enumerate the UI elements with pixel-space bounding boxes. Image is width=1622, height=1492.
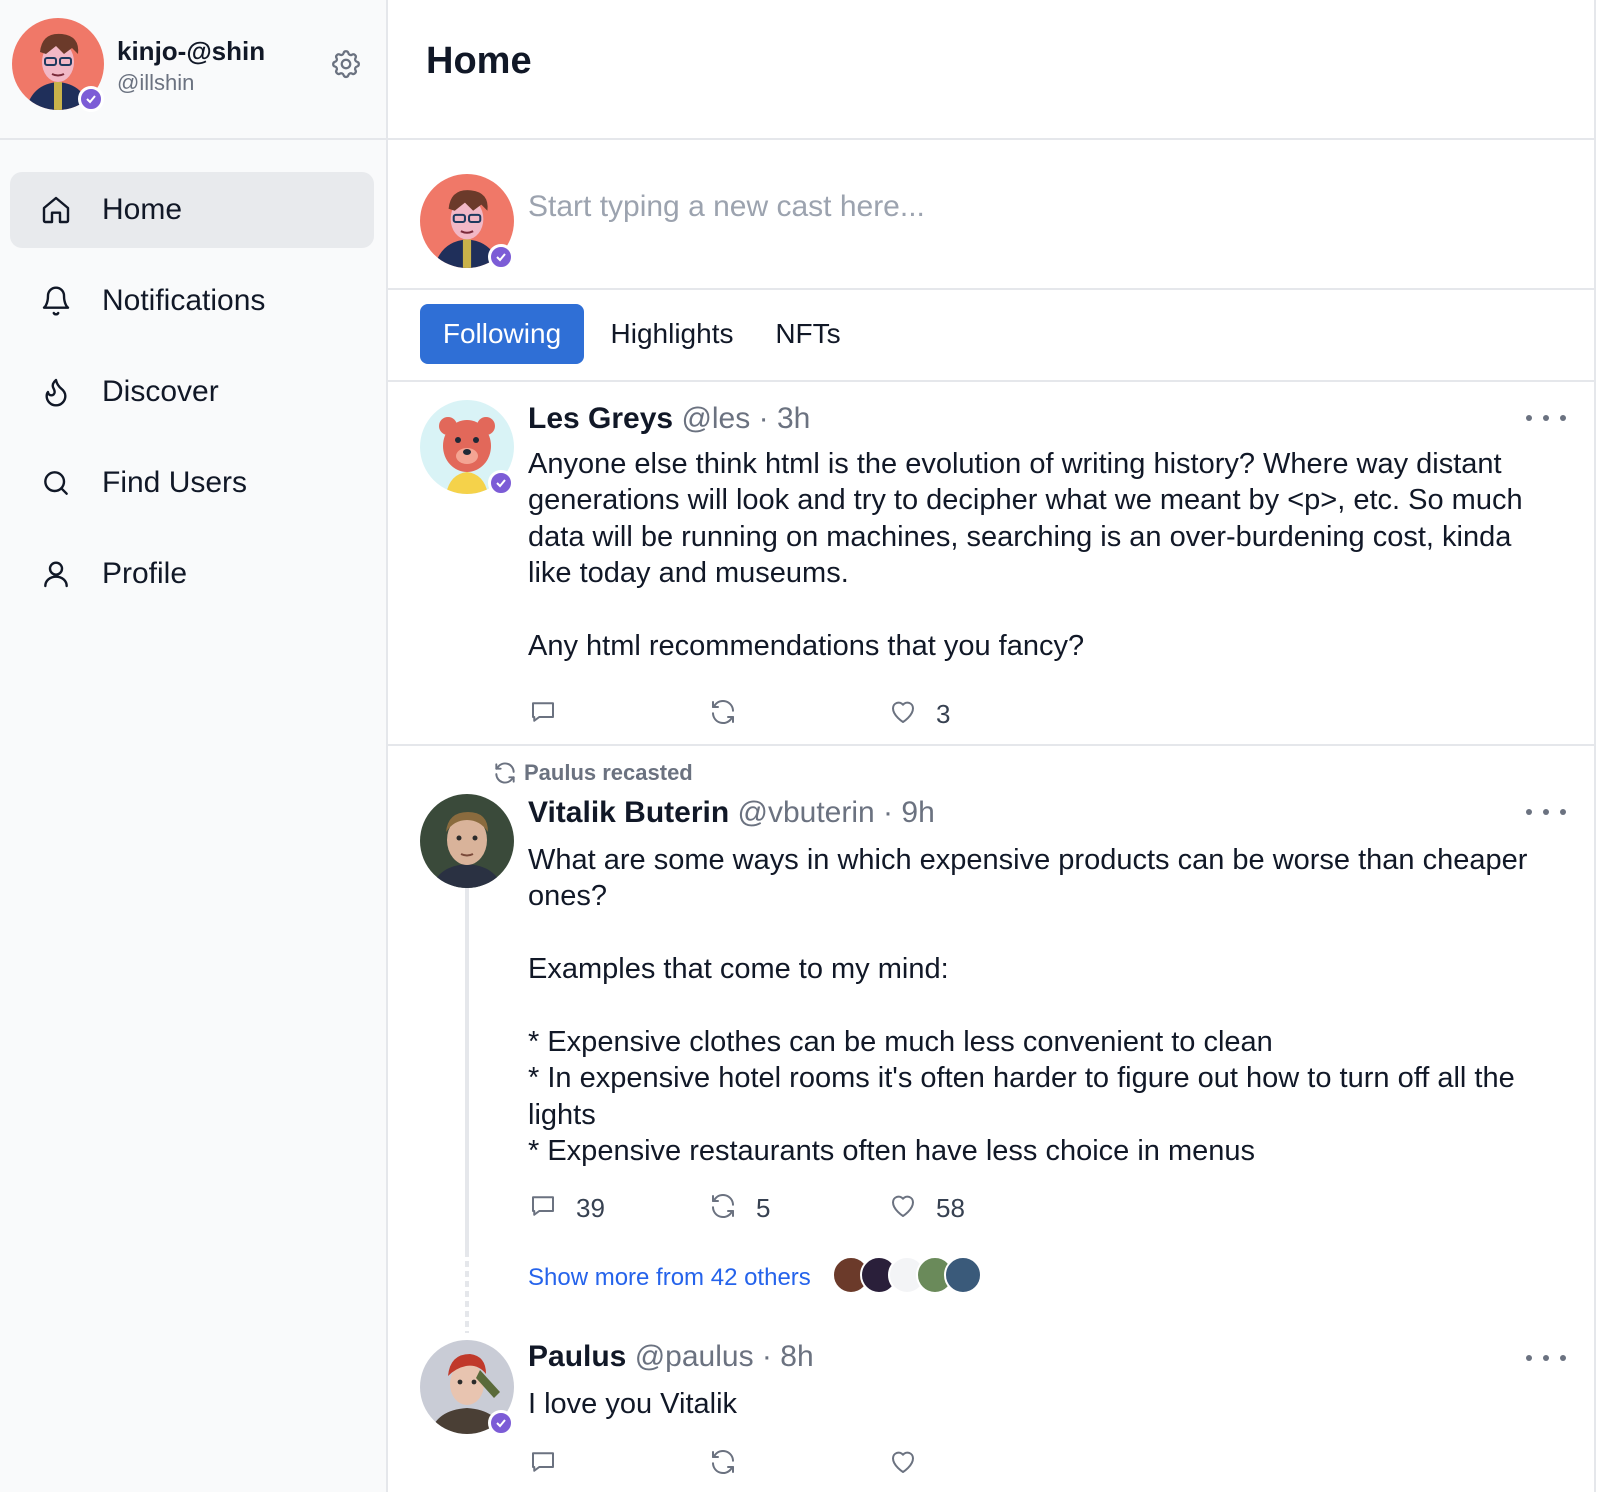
gear-icon[interactable] <box>326 44 366 84</box>
like-count: 3 <box>936 698 951 729</box>
cast-input[interactable] <box>528 182 1528 232</box>
verified-badge-icon <box>488 244 514 270</box>
account-header: kinjo-@shin @illshin <box>0 0 386 140</box>
cast-age: 3h <box>776 402 811 435</box>
comment-icon <box>528 1191 558 1226</box>
avatar <box>420 174 514 270</box>
avatar[interactable] <box>420 400 514 496</box>
separator-dot: · <box>761 1340 772 1373</box>
cast-actions <box>528 1444 1128 1484</box>
cast-age: 8h <box>780 1340 814 1373</box>
recast-icon <box>708 1191 738 1226</box>
cast-age: 9h <box>901 796 935 829</box>
sidebar-item-label: Discover <box>102 375 219 408</box>
sidebar-item-label: Notifications <box>102 284 266 317</box>
account-display-name: kinjo-@shin <box>117 36 266 66</box>
recast-icon <box>492 760 518 786</box>
heart-icon <box>888 1191 918 1226</box>
page-header: Home <box>388 0 1594 140</box>
author-handle[interactable]: @les <box>681 402 750 435</box>
like-button[interactable] <box>888 1444 936 1484</box>
avatar[interactable] <box>12 18 104 112</box>
feed-tabs: Following Highlights NFTs <box>388 290 1594 382</box>
like-button[interactable]: 58 <box>888 1188 965 1228</box>
more-options-icon[interactable] <box>1526 406 1566 430</box>
recast-icon <box>708 697 738 732</box>
author-name[interactable]: Vitalik Buterin <box>528 796 729 829</box>
main-feed: Home Following <box>388 0 1596 1492</box>
cast-actions: 39 5 58 <box>528 1188 1128 1228</box>
author-name[interactable]: Paulus <box>528 1340 626 1373</box>
page-title: Home <box>426 40 532 82</box>
like-button[interactable]: 3 <box>888 694 950 734</box>
tab-highlights[interactable]: Highlights <box>602 304 742 364</box>
recast-button[interactable]: 5 <box>708 1188 770 1228</box>
separator-dot: · <box>758 402 769 435</box>
cast-composer <box>388 142 1594 290</box>
sidebar-item-profile[interactable]: Profile <box>10 536 374 612</box>
more-options-icon[interactable] <box>1526 800 1566 824</box>
reply-button[interactable]: 39 <box>528 1188 605 1228</box>
recast-count: 5 <box>756 1192 771 1223</box>
sidebar-item-find-users[interactable]: Find Users <box>10 445 374 521</box>
sidebar-nav: Home Notifications Discover Find Users P… <box>10 172 374 627</box>
sidebar-item-label: Find Users <box>102 466 248 499</box>
sidebar-item-label: Home <box>102 193 183 226</box>
heart-icon <box>888 1447 918 1482</box>
cast-header: Paulus @paulus · 8h <box>528 1340 814 1374</box>
cast-actions: 3 <box>528 694 1128 734</box>
tab-following[interactable]: Following <box>420 304 584 364</box>
cast-text: What are some ways in which expensive pr… <box>528 844 1528 1168</box>
sidebar-item-label: Profile <box>102 557 188 590</box>
flame-icon <box>40 376 72 408</box>
author-handle[interactable]: @paulus <box>635 1340 754 1373</box>
separator-dot: · <box>883 796 894 829</box>
comment-icon <box>528 697 558 732</box>
recast-by-label[interactable]: Paulus recasted <box>524 760 693 786</box>
cast-text: I love you Vitalik <box>528 1388 738 1420</box>
more-options-icon[interactable] <box>1526 1346 1566 1370</box>
recast-indicator: Paulus recasted <box>492 760 693 786</box>
cast-text: Anyone else think html is the evolution … <box>528 448 1523 663</box>
thread-line-dashed <box>465 1251 469 1333</box>
reply-count: 39 <box>576 1192 605 1223</box>
bell-icon <box>40 285 72 317</box>
account-handle: @illshin <box>117 70 195 95</box>
like-count: 58 <box>936 1192 965 1223</box>
cast-header: Vitalik Buterin @vbuterin · 9h <box>528 796 935 830</box>
verified-badge-icon <box>78 86 104 112</box>
comment-icon <box>528 1447 558 1482</box>
recast-button[interactable] <box>708 694 756 734</box>
user-icon <box>40 558 72 590</box>
author-name[interactable]: Les Greys <box>528 402 673 435</box>
mini-avatar <box>944 1256 982 1294</box>
recast-button[interactable] <box>708 1444 756 1484</box>
verified-badge-icon <box>488 1410 514 1436</box>
sidebar: kinjo-@shin @illshin Home Notifications <box>0 0 388 1492</box>
verified-badge-icon <box>488 470 514 496</box>
cast-header: Les Greys @les · 3h <box>528 402 810 436</box>
avatar[interactable] <box>420 1340 514 1436</box>
reply-button[interactable] <box>528 1444 576 1484</box>
author-handle[interactable]: @vbuterin <box>738 796 875 829</box>
divider <box>388 744 1594 746</box>
heart-icon <box>888 697 918 732</box>
home-icon <box>40 194 72 226</box>
recast-icon <box>708 1447 738 1482</box>
sidebar-item-home[interactable]: Home <box>10 172 374 248</box>
show-more-link[interactable]: Show more from 42 others <box>528 1264 811 1292</box>
tab-nfts[interactable]: NFTs <box>766 304 850 364</box>
sidebar-item-notifications[interactable]: Notifications <box>10 263 374 339</box>
participant-avatars[interactable] <box>832 1256 982 1294</box>
reply-button[interactable] <box>528 694 576 734</box>
thread-line <box>465 886 469 1251</box>
avatar[interactable] <box>420 794 514 888</box>
search-icon <box>40 467 72 499</box>
sidebar-item-discover[interactable]: Discover <box>10 354 374 430</box>
